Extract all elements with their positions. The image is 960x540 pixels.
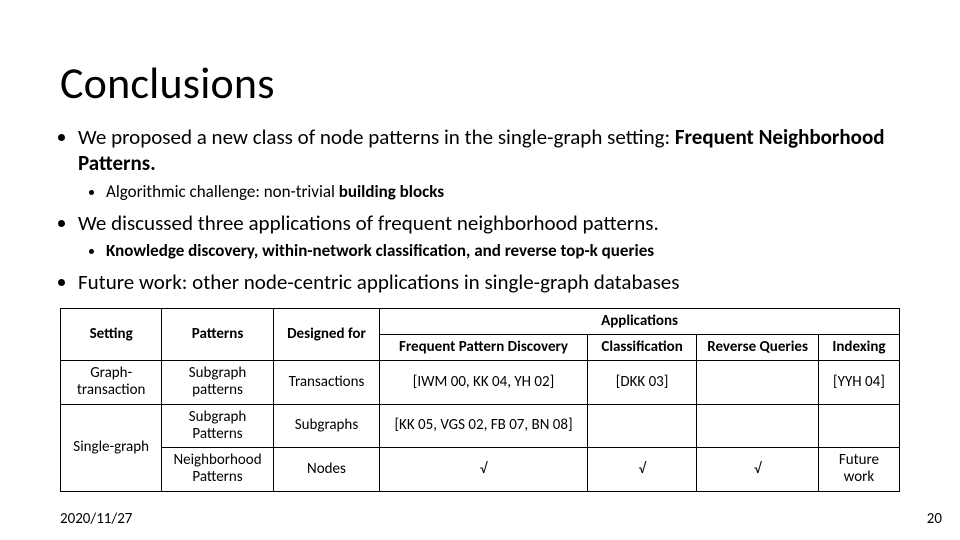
cell-class [587,404,696,448]
th-fpd: Frequent Pattern Discovery [380,334,588,360]
table-row: Graph-transaction Subgraph patterns Tran… [61,361,900,405]
table-header-row-1: Setting Patterns Designed for Applicatio… [61,308,900,334]
bullet-1-sub-text: Algorithmic challenge: non-trivial [106,181,339,202]
bullet-3: Future work: other node-centric applicat… [78,269,900,295]
cell-designed: Subgraphs [273,404,379,448]
cell-rev [697,404,819,448]
cell-class: [DKK 03] [587,361,696,405]
cell-rev: √ [697,448,819,492]
bullet-1: We proposed a new class of node patterns… [78,124,900,202]
cell-patterns: Subgraph Patterns [162,404,273,448]
cell-idx [818,404,899,448]
th-idx: Indexing [818,334,899,360]
bullet-1-sub-bold: building blocks [339,181,444,202]
summary-table: Setting Patterns Designed for Applicatio… [60,308,900,492]
table-row: Neighborhood Patterns Nodes √ √ √ Future… [61,448,900,492]
cell-patterns: Neighborhood Patterns [162,448,273,492]
bullet-2-sub-item: Knowledge discovery, within-network clas… [106,240,900,261]
cell-designed: Nodes [273,448,379,492]
th-designed: Designed for [273,308,379,361]
bullet-1-sub-item: Algorithmic challenge: non-trivial build… [106,181,900,202]
table-row: Single-graph Subgraph Patterns Subgraphs… [61,404,900,448]
cell-fpd: [KK 05, VGS 02, FB 07, BN 08] [380,404,588,448]
bullet-2-text: We discussed three applications of frequ… [78,210,659,236]
cell-idx: Future work [818,448,899,492]
th-rev: Reverse Queries [697,334,819,360]
cell-fpd: √ [380,448,588,492]
th-setting: Setting [61,308,162,361]
cell-designed: Transactions [273,361,379,405]
cell-class: √ [587,448,696,492]
page-number: 20 [927,510,942,528]
cell-patterns: Subgraph patterns [162,361,273,405]
bullet-1-sub: Algorithmic challenge: non-trivial build… [106,181,900,202]
th-patterns: Patterns [162,308,273,361]
th-apps: Applications [380,308,900,334]
bullet-1-text: We proposed a new class of node patterns… [78,124,675,150]
slide-title: Conclusions [60,60,900,106]
cell-fpd: [IWM 00, KK 04, YH 02] [380,361,588,405]
slide: Conclusions We proposed a new class of n… [0,0,960,540]
cell-setting: Graph-transaction [61,361,162,405]
cell-setting: Single-graph [61,404,162,491]
cell-rev [697,361,819,405]
cell-idx: [YYH 04] [818,361,899,405]
bullet-2: We discussed three applications of frequ… [78,210,900,262]
slide-date: 2020/11/27 [60,510,132,528]
bullet-2-sub: Knowledge discovery, within-network clas… [106,240,900,261]
bullet-list: We proposed a new class of node patterns… [78,124,900,296]
th-class: Classification [587,334,696,360]
